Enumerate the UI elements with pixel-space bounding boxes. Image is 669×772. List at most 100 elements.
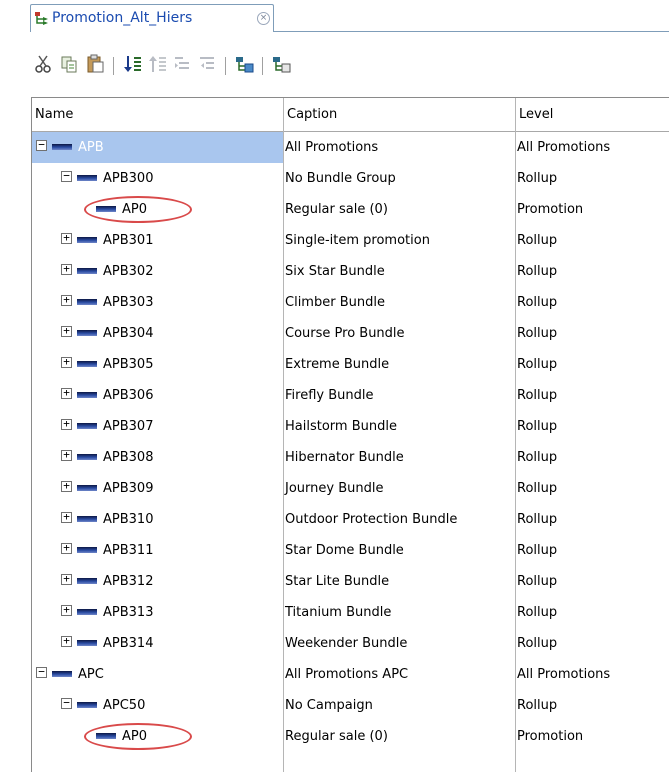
expand-icon[interactable]: +	[61, 511, 72, 523]
member-icon	[77, 299, 97, 305]
paste-icon[interactable]	[85, 54, 105, 74]
tree-row[interactable]: + APB303 Climber Bundle Rollup	[32, 287, 669, 318]
hierarchy-tree-table[interactable]: Name Caption Level − APB All Promotions All…	[31, 97, 669, 772]
hierarchy-tree-icon	[35, 12, 48, 25]
expand-icon[interactable]: +	[61, 418, 72, 430]
expand-icon[interactable]: +	[61, 356, 72, 368]
name-cell[interactable]: + APB309	[32, 473, 283, 504]
name-cell[interactable]: + APB308	[32, 442, 283, 473]
tree-row[interactable]: + APB301 Single-item promotion Rollup	[32, 225, 669, 256]
name-cell[interactable]: + APB307	[32, 411, 283, 442]
close-icon[interactable]: ×	[257, 12, 270, 25]
cut-icon[interactable]	[33, 54, 53, 74]
name-cell[interactable]: + APB301	[32, 225, 283, 256]
tree-row[interactable]: − APB300 No Bundle Group Rollup	[32, 163, 669, 194]
name-cell[interactable]: + APB306	[32, 380, 283, 411]
caption-cell: All Promotions	[285, 140, 379, 155]
caption-cell: Star Dome Bundle	[285, 543, 404, 558]
collapse-icon[interactable]: −	[36, 666, 47, 678]
expand-icon[interactable]: +	[61, 232, 72, 244]
tree-row[interactable]: + APB302 Six Star Bundle Rollup	[32, 256, 669, 287]
tree-row[interactable]: AP0 Regular sale (0) Promotion	[32, 721, 669, 752]
name-cell[interactable]: − APC	[32, 659, 283, 690]
member-name: APB	[78, 140, 104, 155]
tree-row[interactable]: − APB All Promotions All Promotions	[32, 132, 669, 163]
sort-icon[interactable]	[123, 54, 143, 74]
level-cell: Rollup	[517, 481, 558, 496]
name-cell[interactable]: + APB303	[32, 287, 283, 318]
name-cell[interactable]: − APB300	[32, 163, 283, 194]
tree-row[interactable]: + APB311 Star Dome Bundle Rollup	[32, 535, 669, 566]
expand-icon[interactable]: +	[61, 573, 72, 585]
level-cell: Rollup	[517, 357, 558, 372]
tree-row[interactable]: + APB313 Titanium Bundle Rollup	[32, 597, 669, 628]
name-cell[interactable]: + APB314	[32, 628, 283, 659]
level-cell: Rollup	[517, 171, 558, 186]
tree-row[interactable]: + APB312 Star Lite Bundle Rollup	[32, 566, 669, 597]
member-name: APB313	[103, 605, 154, 620]
tree-row[interactable]: + APB305 Extreme Bundle Rollup	[32, 349, 669, 380]
member-name: APB306	[103, 388, 154, 403]
collapse-icon[interactable]: −	[61, 697, 72, 709]
tree-row[interactable]: + APB304 Course Pro Bundle Rollup	[32, 318, 669, 349]
member-name: APB310	[103, 512, 154, 527]
expand-icon[interactable]: +	[61, 325, 72, 337]
tree-row[interactable]: + APB310 Outdoor Protection Bundle Rollup	[32, 504, 669, 535]
expand-icon[interactable]: +	[61, 604, 72, 616]
expand-icon[interactable]: +	[61, 387, 72, 399]
toolbar-separator	[225, 57, 226, 75]
expand-icon[interactable]: +	[61, 449, 72, 461]
name-cell[interactable]: + APB302	[32, 256, 283, 287]
name-cell[interactable]: + APB310	[32, 504, 283, 535]
tree-row[interactable]: − APC All Promotions APC All Promotions	[32, 659, 669, 690]
hierarchy-icon[interactable]	[272, 54, 292, 74]
tree-row[interactable]: − APC50 No Campaign Rollup	[32, 690, 669, 721]
tab-promotion-alt-hiers[interactable]: Promotion_Alt_Hiers ×	[30, 4, 274, 32]
highlight-ring	[84, 723, 192, 750]
expand-icon[interactable]: +	[61, 294, 72, 306]
name-cell[interactable]: AP0	[32, 194, 283, 225]
member-name: APB307	[103, 419, 154, 434]
level-cell: Rollup	[517, 698, 558, 713]
caption-cell: No Campaign	[285, 698, 373, 713]
name-cell[interactable]: + APB304	[32, 318, 283, 349]
name-cell[interactable]: + APB313	[32, 597, 283, 628]
column-header-level[interactable]: Level	[516, 98, 669, 131]
caption-cell: Journey Bundle	[285, 481, 384, 496]
caption-cell: Six Star Bundle	[285, 264, 385, 279]
column-header-name[interactable]: Name	[32, 98, 283, 131]
column-header-caption[interactable]: Caption	[284, 98, 515, 131]
copy-icon[interactable]	[59, 54, 79, 74]
name-cell[interactable]: + APB312	[32, 566, 283, 597]
caption-cell: Regular sale (0)	[285, 202, 388, 217]
name-cell[interactable]: AP0	[32, 721, 283, 752]
level-cell: Rollup	[517, 574, 558, 589]
member-icon	[77, 578, 97, 584]
expand-icon[interactable]: +	[61, 480, 72, 492]
tree-row[interactable]: + APB306 Firefly Bundle Rollup	[32, 380, 669, 411]
name-cell[interactable]: + APB311	[32, 535, 283, 566]
expand-icon[interactable]: +	[61, 542, 72, 554]
caption-cell: All Promotions APC	[285, 667, 409, 682]
expand-icon[interactable]: +	[61, 635, 72, 647]
tree-row[interactable]: + APB307 Hailstorm Bundle Rollup	[32, 411, 669, 442]
level-cell: Promotion	[517, 202, 584, 217]
level-cell: Rollup	[517, 605, 558, 620]
member-name: APC50	[103, 698, 146, 713]
name-cell[interactable]: + APB305	[32, 349, 283, 380]
tree-row[interactable]: AP0 Regular sale (0) Promotion	[32, 194, 669, 225]
column-header-row: Name Caption Level	[32, 98, 669, 132]
move-up-icon	[149, 56, 166, 72]
tree-row[interactable]: + APB314 Weekender Bundle Rollup	[32, 628, 669, 659]
tree-row[interactable]: + APB309 Journey Bundle Rollup	[32, 473, 669, 504]
name-cell[interactable]: − APB	[32, 132, 283, 163]
name-cell[interactable]: − APC50	[32, 690, 283, 721]
level-cell: Rollup	[517, 450, 558, 465]
collapse-icon[interactable]: −	[36, 139, 47, 151]
filter-icon[interactable]	[235, 54, 255, 74]
collapse-icon[interactable]: −	[61, 170, 72, 182]
member-icon	[77, 702, 97, 708]
member-name: APB300	[103, 171, 154, 186]
expand-icon[interactable]: +	[61, 263, 72, 275]
tree-row[interactable]: + APB308 Hibernator Bundle Rollup	[32, 442, 669, 473]
